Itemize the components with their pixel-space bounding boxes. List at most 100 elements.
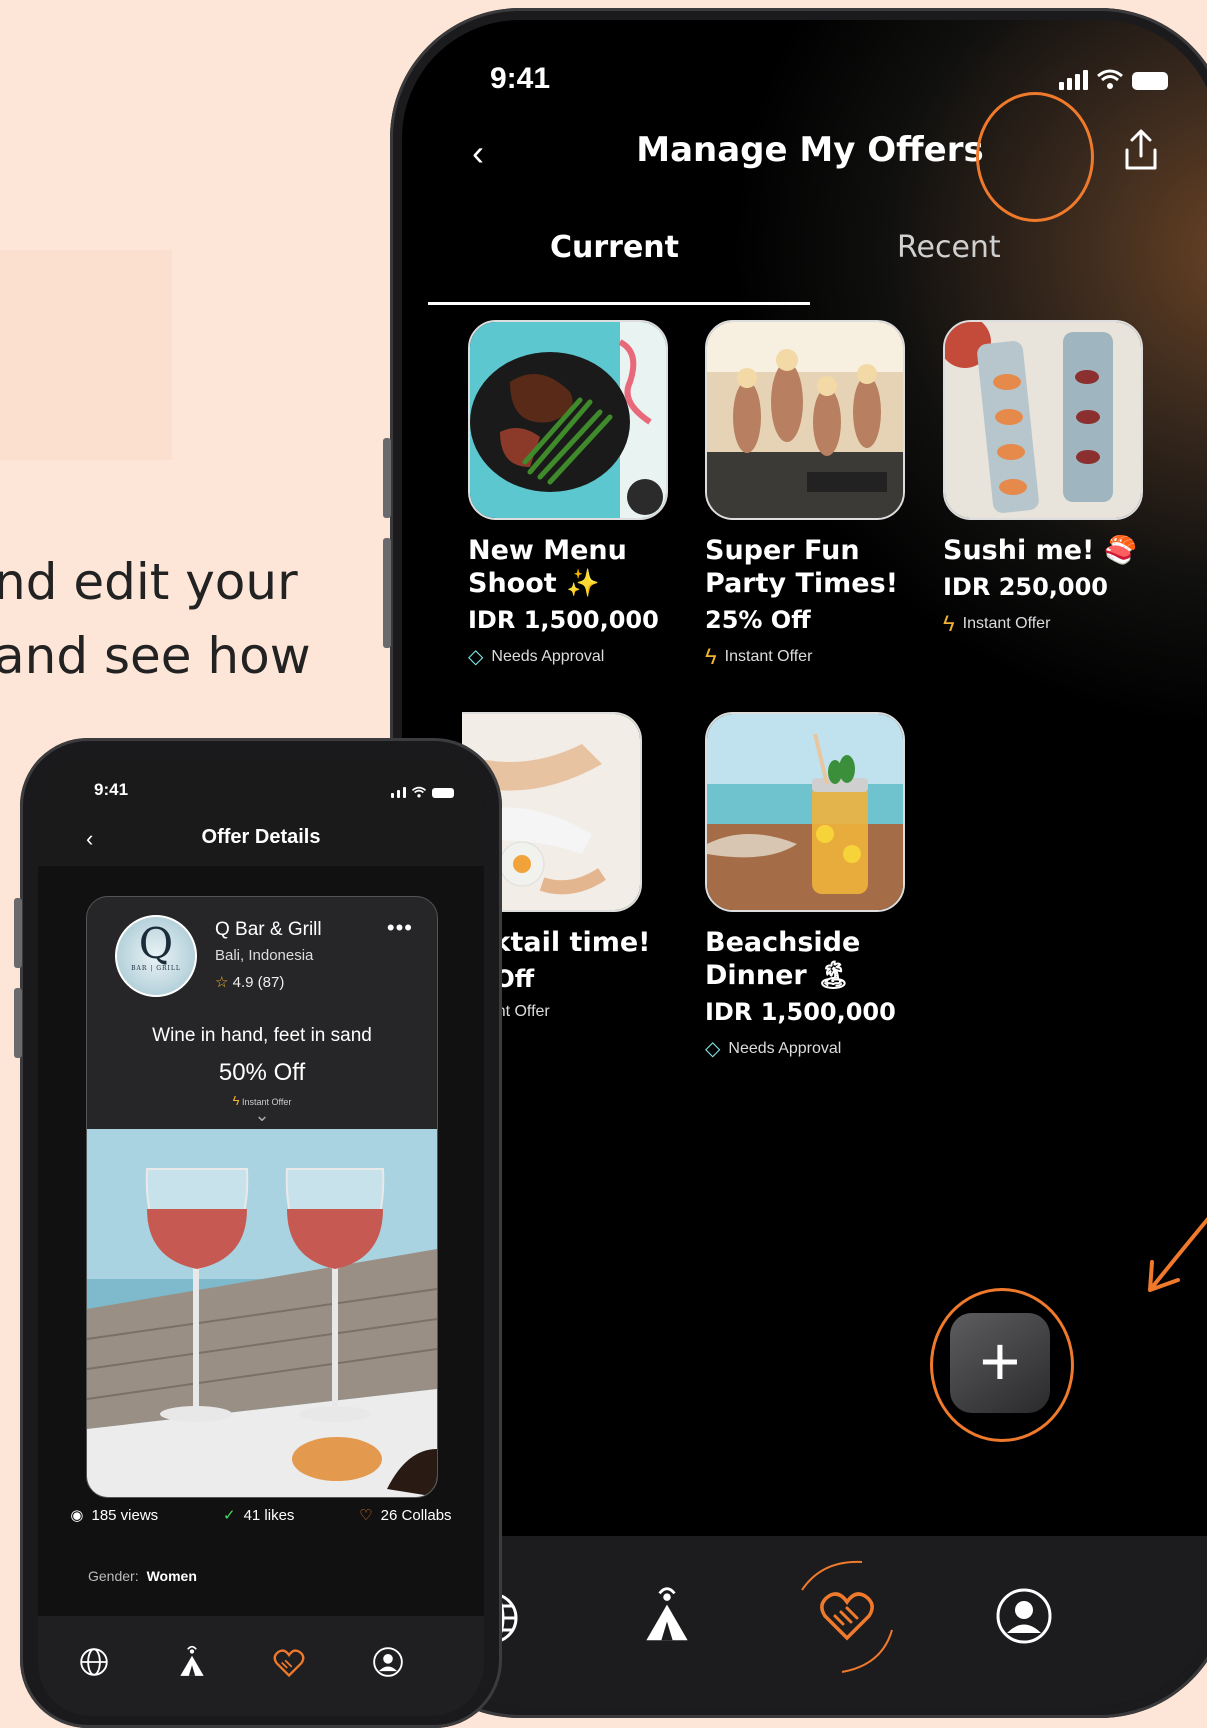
offer-stats: ◉ 185 views ✓ 41 likes ♡ 26 Collabs (38, 1506, 484, 1524)
offer-image-party (705, 320, 905, 520)
likes-stat: ✓ 41 likes (223, 1506, 294, 1524)
offer-title-line: Dinner 🏝 (705, 960, 851, 991)
offer-title-line: Sushi me! 🍣 (943, 535, 1138, 566)
offer-card[interactable]: Sushi me! 🍣 IDR 250,000 ϟ Instant Offer (943, 320, 1143, 637)
offer-title: Wine in hand, feet in sand (152, 1025, 372, 1046)
offer-image-steak (468, 320, 668, 520)
offer-title-line: Shoot ✨ (468, 568, 600, 599)
profile-icon[interactable] (994, 1586, 1054, 1646)
offer-image-wine (87, 1129, 437, 1497)
business-location: Bali, Indonesia (215, 947, 314, 964)
wifi-icon (1097, 69, 1123, 89)
rating-value: 4.9 (87) (232, 974, 285, 991)
battery-icon (432, 788, 454, 798)
tab-indicator (428, 302, 810, 305)
offer-badge-label: Needs Approval (491, 647, 605, 665)
profile-icon[interactable] (372, 1646, 404, 1678)
tab-bar: Current Recent (432, 230, 1202, 290)
bolt-icon: ϟ (943, 611, 955, 636)
check-icon: ✓ (222, 1507, 236, 1524)
main-screen: 9:41 ‹ Manage My Offers Current Recent N… (402, 20, 1207, 1706)
side-button (14, 988, 22, 1058)
wifi-icon (411, 786, 427, 798)
offer-badge-label: Instant Offer (962, 615, 1051, 632)
side-button (383, 538, 391, 648)
offer-badge: ◇ Needs Approval (468, 644, 668, 669)
offer-badge: ◇ Needs Approval (705, 1036, 905, 1061)
offer-title: Sushi me! 🍣 (943, 534, 1143, 567)
offer-title: Super Fun Party Times! (705, 534, 905, 600)
handshake-heart-icon: ♡ (359, 1507, 373, 1524)
battery-icon (1132, 72, 1168, 90)
gender-row: Gender: Women (88, 1568, 197, 1584)
signal-icon (391, 787, 406, 798)
business-rating: ☆ 4.9 (87) (215, 973, 284, 991)
offer-title-line: Beachside (705, 927, 861, 958)
highlight-circle (976, 92, 1094, 222)
logo-letter: Q (138, 919, 174, 968)
gender-label: Gender: (88, 1568, 139, 1584)
offer-price: IDR 1,500,000 (705, 998, 896, 1026)
business-logo: Q BAR | GRILL (115, 915, 197, 997)
offer-image-beach (705, 712, 905, 912)
main-phone: 9:41 ‹ Manage My Offers Current Recent N… (383, 8, 1207, 1718)
offer-price: IDR 250,000 (943, 573, 1108, 601)
offer-discount: 50% Off (218, 1059, 306, 1086)
eye-icon: ◉ (70, 1507, 84, 1524)
more-options-button[interactable]: ••• (387, 915, 413, 941)
status-time: 9:41 (490, 62, 551, 95)
marketing-text: nd edit your and see how (0, 545, 311, 693)
offer-title-line: Super Fun (705, 535, 860, 566)
logo-subtext: BAR | GRILL (131, 965, 181, 972)
offer-title: New Menu Shoot ✨ (468, 534, 668, 600)
side-button (383, 438, 391, 518)
offer-title-line: New Menu (468, 535, 627, 566)
bolt-icon: ϟ (705, 644, 717, 669)
marketing-line-2: and see how (0, 627, 311, 685)
likes-count: 41 likes (243, 1507, 295, 1524)
tent-broadcast-icon[interactable] (176, 1644, 208, 1678)
offer-card[interactable]: New Menu Shoot ✨ IDR 1,500,000 ◇ Needs A… (468, 320, 668, 669)
offer-card[interactable]: Super Fun Party Times! 25% Off ϟ Instant… (705, 320, 905, 670)
offer-badge: ϟ Instant Offer (705, 644, 905, 670)
status-icons (391, 786, 454, 798)
offer-badge-label: Needs Approval (728, 1039, 842, 1057)
handshake-heart-icon[interactable] (272, 1646, 306, 1680)
offer-badge-label: Instant Offer (724, 648, 813, 665)
collabs-stat: ♡ 26 Collabs (359, 1506, 451, 1524)
offer-card[interactable]: Beachside Dinner 🏝 IDR 1,500,000 ◇ Needs… (705, 712, 905, 1061)
chevron-down-icon[interactable]: ⌄ (87, 1105, 437, 1126)
marketing-line-1: nd edit your (0, 553, 298, 611)
bottom-nav (38, 1616, 484, 1716)
views-stat: ◉ 185 views (70, 1506, 158, 1524)
offer-image-sushi (943, 320, 1143, 520)
offer-title: Beachside Dinner 🏝 (705, 926, 905, 992)
star-icon: ☆ (215, 974, 229, 991)
detail-phone: 9:41 ‹ Offer Details Q BAR | GRILL Q Bar… (14, 738, 502, 1728)
detail-screen: 9:41 ‹ Offer Details Q BAR | GRILL Q Bar… (38, 756, 484, 1716)
views-count: 185 views (91, 1507, 159, 1524)
offer-detail-card: Q BAR | GRILL Q Bar & Grill Bali, Indone… (86, 896, 438, 1498)
globe-icon[interactable] (78, 1646, 110, 1678)
bottom-nav (402, 1536, 1207, 1706)
arrow-annotation (1148, 1216, 1207, 1292)
offer-badge: ϟ Instant Offer (943, 611, 1143, 637)
tab-current[interactable]: Current (550, 230, 679, 265)
page-title: Offer Details (201, 826, 321, 848)
signal-icon (1059, 70, 1088, 90)
tab-recent[interactable]: Recent (897, 230, 1001, 265)
diamond-icon: ◇ (468, 646, 484, 668)
status-time: 9:41 (94, 780, 129, 799)
offer-price: 25% Off (705, 606, 811, 634)
gender-value: Women (146, 1568, 197, 1584)
detail-header (38, 756, 484, 866)
share-icon[interactable] (1119, 128, 1163, 174)
background-panel (0, 250, 172, 460)
tent-broadcast-icon[interactable] (637, 1584, 697, 1644)
side-button (14, 898, 22, 968)
business-name: Q Bar & Grill (215, 919, 322, 940)
offer-title-line: Party Times! (705, 568, 899, 599)
offer-price: IDR 1,500,000 (468, 606, 659, 634)
status-icons (1059, 68, 1168, 90)
collabs-count: 26 Collabs (380, 1507, 452, 1524)
